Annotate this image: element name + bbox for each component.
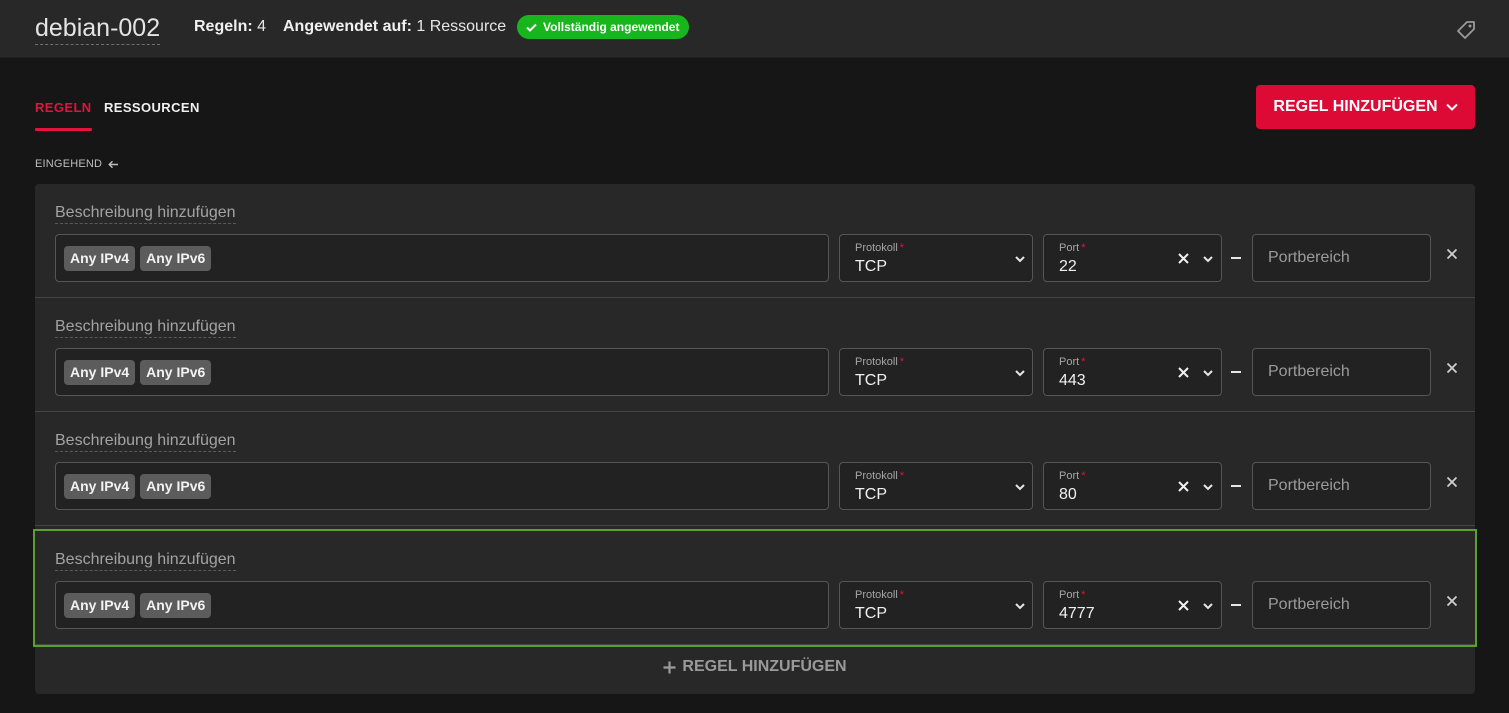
protocol-value: TCP [855,372,887,389]
source-chip-ipv6[interactable]: Any IPv6 [140,473,212,499]
port-value: 22 [1059,258,1077,275]
clear-icon[interactable] [1177,252,1190,265]
port-value: 80 [1059,486,1077,503]
rule-row: Beschreibung hinzufügen Any IPv4 Any IPv… [33,529,1477,647]
rules-count-value: 4 [257,18,267,35]
source-chip-ipv4[interactable]: Any IPv4 [64,359,136,385]
arrow-left-icon [108,160,119,168]
tab-resources[interactable]: RESSOURCEN [104,100,200,115]
chevron-down-icon [1445,103,1458,111]
port-value: 443 [1059,372,1086,389]
chevron-down-icon [1015,256,1025,263]
port-select[interactable]: Port * 443 [1043,348,1222,396]
chevron-down-icon [1015,484,1025,491]
add-rule-label: REGEL HINZUFÜGEN [1273,98,1438,115]
protocol-select[interactable]: Protokoll * TCP [839,234,1033,282]
rules-count-info: Regeln: 4 [194,17,266,37]
range-separator [1231,604,1241,606]
add-rule-dropdown-button[interactable]: REGEL HINZUFÜGEN [1256,85,1475,129]
status-badge: Vollständig angewendet [517,15,690,39]
source-chip-ipv6[interactable]: Any IPv6 [140,592,212,618]
source-ips-field[interactable]: Any IPv4 Any IPv6 [55,581,829,629]
port-select[interactable]: Port * 4777 [1043,581,1222,629]
source-chip-ipv4[interactable]: Any IPv4 [64,592,136,618]
scrollbar[interactable] [1497,58,1509,713]
port-label: Port * [1059,470,1086,482]
applied-to-info: Angewendet auf: 1 Ressource [283,17,506,37]
delete-rule-icon[interactable] [1446,362,1458,374]
port-label: Port * [1059,356,1086,368]
port-range-input[interactable]: Portbereich [1252,581,1431,629]
clear-icon[interactable] [1177,366,1190,379]
rule-row: Beschreibung hinzufügen Any IPv4 Any IPv… [35,298,1475,412]
source-chip-ipv4[interactable]: Any IPv4 [64,473,136,499]
source-ips-field[interactable]: Any IPv4 Any IPv6 [55,234,829,282]
range-separator [1231,371,1241,373]
source-chip-ipv6[interactable]: Any IPv6 [140,245,212,271]
add-rule-button[interactable]: REGEL HINZUFÜGEN [35,652,1475,682]
delete-rule-icon[interactable] [1446,476,1458,488]
port-value: 4777 [1059,605,1095,622]
port-range-input[interactable]: Portbereich [1252,462,1431,510]
chevron-down-icon [1203,484,1213,491]
tab-rules[interactable]: REGELN [35,100,92,131]
add-rule-bottom-label: REGEL HINZUFÜGEN [682,658,847,675]
range-separator [1231,257,1241,259]
rule-description[interactable]: Beschreibung hinzufügen [55,203,236,224]
direction-label: EINGEHEND [35,158,119,170]
port-label: Port * [1059,242,1086,254]
port-label: Port * [1059,589,1086,601]
chevron-down-icon [1203,603,1213,610]
status-text: Vollständig angewendet [543,20,680,34]
protocol-label: Protokoll * [855,589,905,601]
rule-description[interactable]: Beschreibung hinzufügen [55,550,236,571]
rules-panel: Beschreibung hinzufügen Any IPv4 Any IPv… [33,184,1477,694]
source-chip-ipv6[interactable]: Any IPv6 [140,359,212,385]
source-chip-ipv4[interactable]: Any IPv4 [64,245,136,271]
applied-to-label: Angewendet auf: [283,18,412,35]
protocol-select[interactable]: Protokoll * TCP [839,462,1033,510]
chevron-down-icon [1203,256,1213,263]
port-range-input[interactable]: Portbereich [1252,348,1431,396]
rule-row: Beschreibung hinzufügen Any IPv4 Any IPv… [35,412,1475,526]
firewall-name[interactable]: debian-002 [35,14,161,45]
rule-description[interactable]: Beschreibung hinzufügen [55,317,236,338]
range-separator [1231,485,1241,487]
clear-icon[interactable] [1177,599,1190,612]
tag-icon[interactable] [1455,19,1477,41]
rule-description[interactable]: Beschreibung hinzufügen [55,431,236,452]
protocol-label: Protokoll * [855,356,905,368]
delete-rule-icon[interactable] [1446,595,1458,607]
chevron-down-icon [1203,370,1213,377]
port-range-input[interactable]: Portbereich [1252,234,1431,282]
plus-icon [663,661,676,673]
port-select[interactable]: Port * 22 [1043,234,1222,282]
protocol-value: TCP [855,258,887,275]
delete-rule-icon[interactable] [1446,248,1458,260]
rules-count-label: Regeln: [194,18,253,35]
protocol-value: TCP [855,605,887,622]
protocol-label: Protokoll * [855,470,905,482]
protocol-value: TCP [855,486,887,503]
firewall-header: debian-002 Regeln: 4 Angewendet auf: 1 R… [0,0,1509,58]
applied-to-value: 1 Ressource [416,18,507,35]
protocol-select[interactable]: Protokoll * TCP [839,581,1033,629]
chevron-down-icon [1015,603,1025,610]
protocol-select[interactable]: Protokoll * TCP [839,348,1033,396]
chevron-down-icon [1015,370,1025,377]
direction-text: EINGEHEND [35,158,103,170]
clear-icon[interactable] [1177,480,1190,493]
source-ips-field[interactable]: Any IPv4 Any IPv6 [55,348,829,396]
check-icon [526,23,537,32]
port-select[interactable]: Port * 80 [1043,462,1222,510]
rule-row: Beschreibung hinzufügen Any IPv4 Any IPv… [35,184,1475,298]
source-ips-field[interactable]: Any IPv4 Any IPv6 [55,462,829,510]
protocol-label: Protokoll * [855,242,905,254]
